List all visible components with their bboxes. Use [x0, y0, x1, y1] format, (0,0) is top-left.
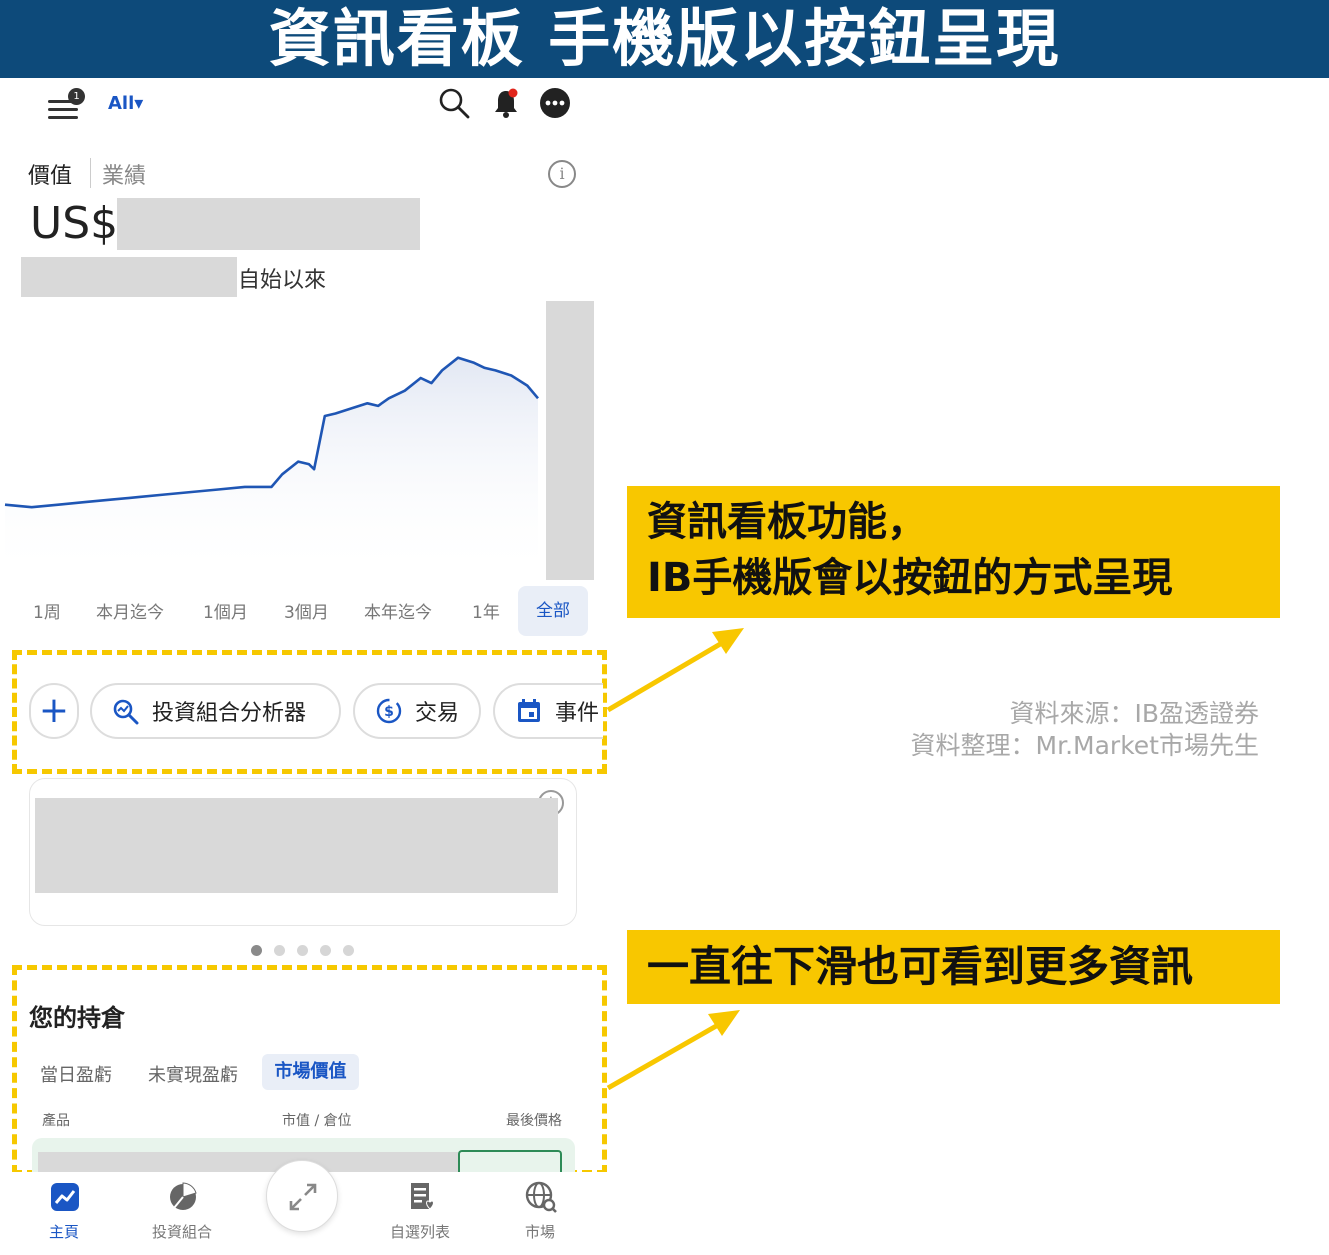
callout-scroll: 一直往下滑也可看到更多資訊 [627, 930, 1280, 1004]
compiled-by-label: 資料整理：Mr.Market市場先生 [910, 731, 1259, 760]
source-label: 資料來源：IB盈透證券 [1009, 699, 1259, 728]
callout-dashboard: 資訊看板功能， IB手機版會以按鈕的方式呈現 [627, 486, 1280, 618]
callout-dashboard-line1: 資訊看板功能， [647, 499, 927, 545]
callout-dashboard-line2: IB手機版會以按鈕的方式呈現 [647, 555, 1173, 601]
annotation-arrows [606, 628, 744, 1091]
